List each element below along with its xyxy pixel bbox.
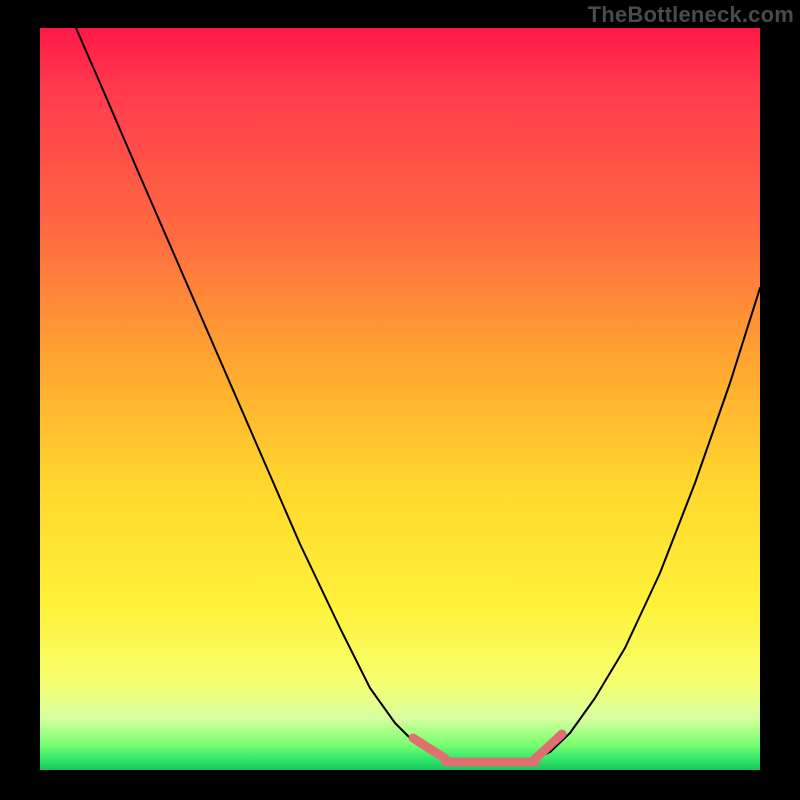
plot-area <box>40 28 760 770</box>
watermark-text: TheBottleneck.com <box>588 2 794 28</box>
series-bottom-bridge-outline-top-right <box>535 734 562 759</box>
series-right-curve <box>535 288 760 759</box>
series-left-curve <box>76 28 446 759</box>
series-bottom-bridge-outline-top-left <box>413 738 446 759</box>
curve-layer <box>40 28 760 770</box>
chart-frame: TheBottleneck.com <box>0 0 800 800</box>
